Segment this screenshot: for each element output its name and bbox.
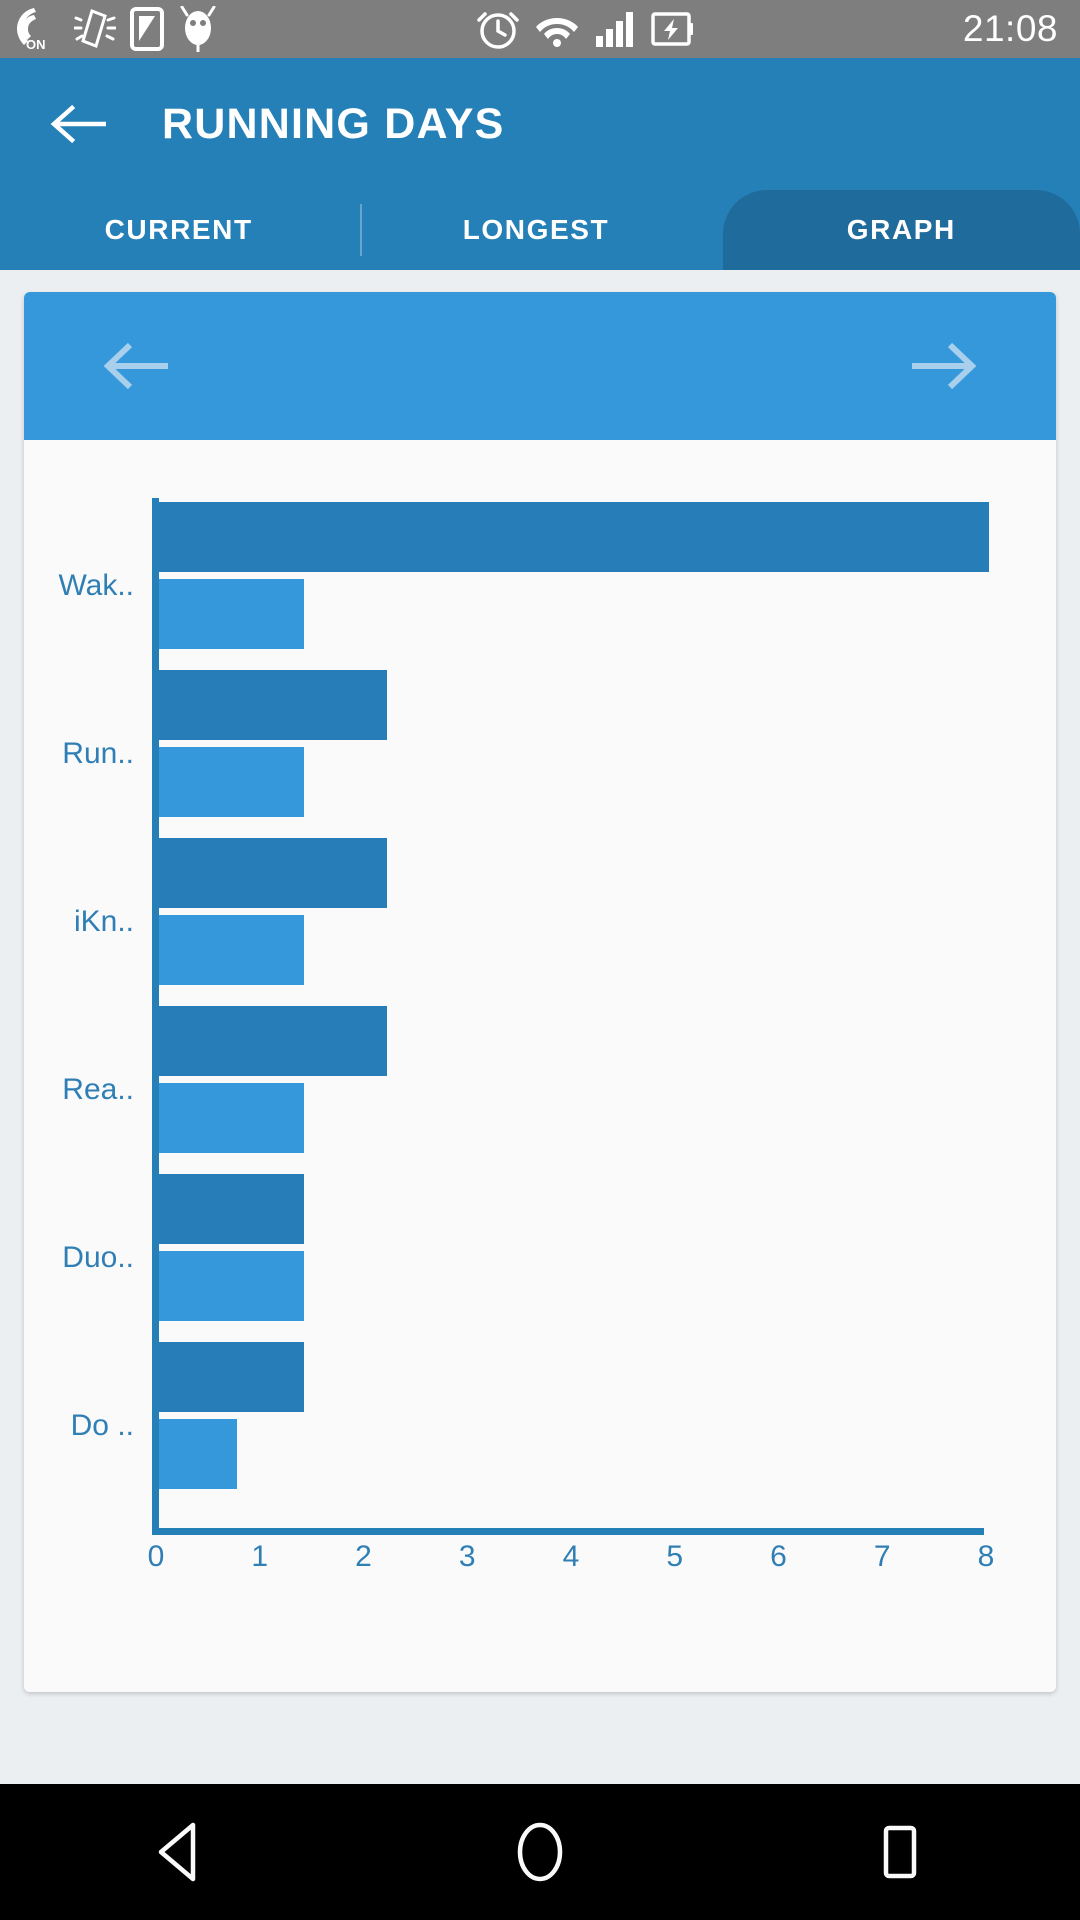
tab-longest-label: LONGEST: [462, 214, 610, 245]
android-navigation-bar: [0, 1784, 1080, 1920]
status-bar-clock: 21:08: [962, 8, 1058, 49]
graph-card: Wak.. Run.. iKn.. Rea.. Duo.. Do .. 0 1 …: [24, 292, 1056, 1692]
x-tick-label: 1: [251, 1540, 269, 1573]
shake-gesture-icon: [74, 9, 116, 48]
category-label: Do ..: [70, 1409, 134, 1442]
status-bar-left-icons: ON: [14, 6, 218, 52]
tab-bar: CURRENT LONGEST GRAPH: [0, 190, 1080, 270]
x-tick-label: 6: [770, 1540, 787, 1573]
card-navigation-bar: [24, 292, 1056, 440]
bar-current: [159, 1419, 237, 1489]
signal-bars-icon: [596, 12, 634, 47]
next-page-button[interactable]: [908, 331, 978, 401]
category-label: Run..: [62, 737, 134, 770]
nav-back-button[interactable]: [120, 1802, 240, 1902]
category-label: Wak..: [58, 569, 134, 602]
nav-home-button[interactable]: [480, 1802, 600, 1902]
bar-current: [159, 915, 305, 985]
bar-group: [159, 670, 989, 838]
chart-y-axis: [152, 498, 159, 1528]
category-label: iKn..: [73, 905, 134, 938]
tab-graph-label: GRAPH: [846, 214, 956, 245]
back-arrow-icon: [50, 104, 106, 144]
sim-card-icon: [130, 7, 164, 51]
square-recents-icon: [883, 1825, 917, 1879]
tab-current[interactable]: CURRENT: [0, 190, 357, 270]
page-title: RUNNING DAYS: [162, 99, 505, 148]
right-arrow-icon: [912, 342, 976, 390]
back-button[interactable]: [48, 94, 108, 154]
bar-group: [159, 502, 989, 670]
x-tick-label: 3: [458, 1540, 476, 1573]
status-bar-right-icons: [477, 7, 695, 51]
x-tick-label: 0: [147, 1540, 165, 1573]
x-tick-label: 8: [977, 1540, 995, 1573]
category-label: Rea..: [62, 1073, 134, 1106]
chart-x-axis: [152, 1528, 984, 1535]
nav-recents-button[interactable]: [840, 1802, 960, 1902]
status-bar: ON 21:08: [0, 0, 1080, 58]
bar-longest: [159, 502, 989, 572]
x-tick-label: 2: [355, 1540, 372, 1573]
vibrate-on-icon: ON: [17, 8, 46, 50]
bar-chart: Wak.. Run.. iKn.. Rea.. Duo.. Do .. 0 1 …: [24, 440, 1056, 1692]
app-bar-top-row: RUNNING DAYS: [0, 58, 1080, 190]
chart-x-tick-labels: 0 1 2 3 4 5 6 7 8: [148, 1540, 995, 1600]
bar-current: [159, 747, 305, 817]
bar-group: [159, 1174, 989, 1342]
left-arrow-icon: [104, 342, 168, 390]
bar-longest: [159, 1006, 388, 1076]
bar-group: [159, 1342, 989, 1510]
bar-longest: [159, 670, 388, 740]
x-tick-label: 7: [873, 1540, 891, 1573]
app-bar: RUNNING DAYS CURRENT LONGEST GRAPH: [0, 58, 1080, 270]
x-tick-label: 4: [562, 1540, 580, 1573]
android-debug-icon: [180, 6, 216, 52]
battery-charging-icon: [651, 12, 694, 46]
bar-current: [159, 1251, 305, 1321]
svg-text:ON: ON: [26, 37, 46, 50]
bar-longest: [159, 1174, 305, 1244]
triangle-back-icon: [158, 1822, 196, 1882]
previous-page-button[interactable]: [102, 331, 172, 401]
bar-group: [159, 1006, 989, 1174]
alarm-clock-icon: [477, 12, 520, 49]
chart-category-labels: Wak.. Run.. iKn.. Rea.. Duo.. Do ..: [24, 502, 144, 1526]
tab-current-label: CURRENT: [104, 214, 253, 245]
bar-current: [159, 579, 305, 649]
category-label: Duo..: [62, 1241, 134, 1274]
bar-group: [159, 838, 989, 1006]
bar-longest: [159, 1342, 305, 1412]
bar-current: [159, 1083, 305, 1153]
wifi-icon: [536, 18, 579, 47]
x-tick-label: 5: [666, 1540, 684, 1573]
circle-home-icon: [517, 1822, 563, 1882]
chart-bars: [159, 502, 989, 1526]
bar-longest: [159, 838, 388, 908]
content-area: Wak.. Run.. iKn.. Rea.. Duo.. Do .. 0 1 …: [0, 270, 1080, 1842]
tab-longest[interactable]: LONGEST: [357, 190, 714, 270]
tab-graph[interactable]: GRAPH: [722, 190, 1080, 270]
